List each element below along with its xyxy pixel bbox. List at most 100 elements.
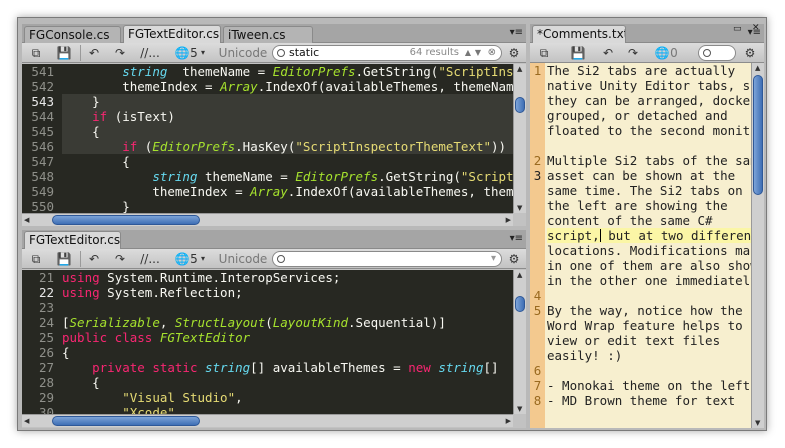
scroll-down-icon[interactable]: ▼ [755, 419, 760, 427]
tab-menu-icon[interactable]: ▾≡ [510, 233, 523, 244]
code-line[interactable]: string themeName = EditorPrefs.GetString… [62, 169, 513, 184]
tab-comments-txt[interactable]: *Comments.txt [532, 25, 626, 44]
save-icon[interactable]: 💾 [570, 45, 586, 61]
tab-menu-icon[interactable]: ▾≡ [510, 27, 523, 38]
code-line[interactable]: using System.Reflection; [62, 285, 513, 300]
search-prev-icon[interactable]: ▲ [465, 46, 471, 60]
open-icon[interactable]: ⧉ [536, 45, 552, 61]
search-input[interactable] [698, 45, 736, 61]
text-line[interactable]: Word Wrap feature helps to [547, 318, 751, 333]
settings-gear-icon[interactable]: ⚙ [506, 251, 522, 267]
top-vertical-scrollbar[interactable]: ▲ ▼ [513, 64, 526, 213]
encoding-label[interactable]: Unicode [218, 45, 268, 61]
window-restore-icon[interactable]: ▭ [733, 24, 742, 34]
bottom-horizontal-scrollbar[interactable]: ◀ ▶ [22, 414, 513, 427]
code-line[interactable]: { [62, 124, 513, 139]
search-input[interactable]: ▾ [272, 251, 502, 267]
text-line[interactable]: native Unity Editor tabs, so [547, 78, 751, 93]
code-line[interactable]: { [62, 345, 513, 360]
dropdown-arrow-icon[interactable]: ▾ [199, 45, 207, 61]
globe-icon[interactable]: 🌐 [174, 45, 190, 61]
search-clear-icon[interactable]: ⊗ [488, 46, 496, 60]
settings-gear-icon[interactable]: ⚙ [506, 45, 522, 61]
globe-icon[interactable]: 🌐 [654, 45, 670, 61]
scroll-up-icon[interactable]: ▲ [517, 271, 522, 279]
tab-itween[interactable]: iTween.cs [223, 26, 313, 43]
top-horizontal-scroll-thumb[interactable] [52, 215, 200, 225]
top-vertical-scroll-thumb[interactable] [515, 97, 525, 113]
code-line[interactable]: "Visual Studio", [62, 390, 513, 405]
search-next-icon[interactable]: ▼ [475, 46, 481, 60]
text-line[interactable]: The Si2 tabs are actually [547, 63, 751, 78]
bottom-horizontal-scroll-thumb[interactable] [52, 416, 200, 426]
text-line[interactable] [547, 138, 751, 153]
code-line[interactable]: themeIndex = Array.IndexOf(availableThem… [62, 184, 513, 199]
code-line[interactable]: using System.Runtime.InteropServices; [62, 270, 513, 285]
tab-fgtexteditor[interactable]: FGTextEditor.cs [123, 25, 221, 44]
redo-icon[interactable]: ↷ [625, 45, 641, 61]
search-input[interactable]: static 64 results ▲ ▼ ⊗ [272, 45, 502, 61]
scroll-right-icon[interactable]: ▶ [506, 216, 511, 224]
comments-text-lines[interactable]: The Si2 tabs are actually native Unity Ed… [547, 63, 751, 408]
text-line[interactable]: locations. Modifications made [547, 243, 751, 258]
text-line[interactable]: asset can be shown at the [547, 168, 751, 183]
code-line[interactable]: if (EditorPrefs.HasKey("ScriptInspectorT… [62, 139, 513, 154]
bottom-vertical-scroll-thumb[interactable] [515, 296, 525, 312]
text-line[interactable]: in one of them are also shown [547, 258, 751, 273]
code-line[interactable]: string themeName = EditorPrefs.GetString… [62, 64, 513, 79]
bottom-code-lines[interactable]: using System.Runtime.InteropServices; usi… [62, 270, 513, 414]
code-line[interactable]: { [62, 154, 513, 169]
scroll-left-icon[interactable]: ◀ [24, 216, 29, 224]
globe-count[interactable]: 0 [669, 45, 679, 61]
toggle-comment-button[interactable]: //... [136, 251, 164, 267]
comments-text-view[interactable]: 1 23 45 678 The Si2 tabs are actually native… [530, 63, 751, 428]
save-icon[interactable]: 💾 [56, 45, 72, 61]
text-line[interactable] [547, 363, 751, 378]
redo-icon[interactable]: ↷ [112, 251, 128, 267]
scroll-up-icon[interactable]: ▲ [755, 64, 760, 72]
comments-vertical-scrollbar[interactable]: ▲ ▼ [751, 63, 764, 428]
tab-fgconsole[interactable]: FGConsole.cs [24, 26, 121, 43]
code-line[interactable]: } [62, 199, 513, 213]
text-line[interactable]: view or edit text files [547, 333, 751, 348]
code-line[interactable] [62, 300, 513, 315]
scroll-up-icon[interactable]: ▲ [517, 65, 522, 73]
scroll-down-icon[interactable]: ▼ [517, 405, 522, 413]
code-line[interactable]: } [62, 94, 513, 109]
top-code-lines[interactable]: string themeName = EditorPrefs.GetString… [62, 64, 513, 213]
bottom-vertical-scrollbar[interactable]: ▲ ▼ [513, 270, 526, 414]
scroll-left-icon[interactable]: ◀ [24, 417, 29, 425]
settings-gear-icon[interactable]: ⚙ [742, 45, 758, 61]
undo-icon[interactable]: ↶ [86, 251, 102, 267]
undo-icon[interactable]: ↶ [86, 45, 102, 61]
bottom-code-view[interactable]: 21 22 23 24 25 26 27 28 29 30 using System.Runtim… [22, 270, 513, 414]
top-horizontal-scrollbar[interactable]: ◀ ▶ [22, 213, 513, 226]
comments-vertical-scroll-thumb[interactable] [753, 75, 763, 195]
top-code-view[interactable]: 541 542 543 544 545 546 547 548 549 550 string th… [22, 64, 513, 213]
save-icon[interactable]: 💾 [56, 251, 72, 267]
globe-count[interactable]: 5 [189, 45, 199, 61]
search-clear-icon[interactable]: ▾ [491, 252, 496, 266]
text-line[interactable]: content of the same C# [547, 213, 751, 228]
text-line[interactable]: same time. The Si2 tabs on [547, 183, 751, 198]
text-line[interactable]: in the other one immediately. [547, 273, 751, 288]
open-icon[interactable]: ⧉ [28, 251, 44, 267]
code-line[interactable]: { [62, 375, 513, 390]
text-line[interactable]: grouped, or detached and [547, 108, 751, 123]
code-line[interactable]: [Serializable, StructLayout(LayoutKind.S… [62, 315, 513, 330]
text-line[interactable]: Multiple Si2 tabs of the same [547, 153, 751, 168]
encoding-label[interactable]: Unicode [218, 251, 268, 267]
text-line[interactable]: they can be arranged, docked, [547, 93, 751, 108]
toggle-comment-button[interactable]: //... [136, 45, 164, 61]
text-line[interactable]: floated to the second monitor. [547, 123, 751, 138]
dropdown-arrow-icon[interactable]: ▾ [199, 251, 207, 267]
scroll-down-icon[interactable]: ▼ [517, 204, 522, 212]
code-line[interactable]: public class FGTextEditor [62, 330, 513, 345]
code-line[interactable]: if (isText) [62, 109, 513, 124]
text-line[interactable]: By the way, notice how the [547, 303, 751, 318]
code-line[interactable]: themeIndex = Array.IndexOf(availableThem… [62, 79, 513, 94]
code-line[interactable]: private static string[] availableThemes … [62, 360, 513, 375]
text-line[interactable]: the left are showing the [547, 198, 751, 213]
text-line[interactable] [547, 288, 751, 303]
window-close-icon[interactable]: ✕ [752, 23, 760, 33]
